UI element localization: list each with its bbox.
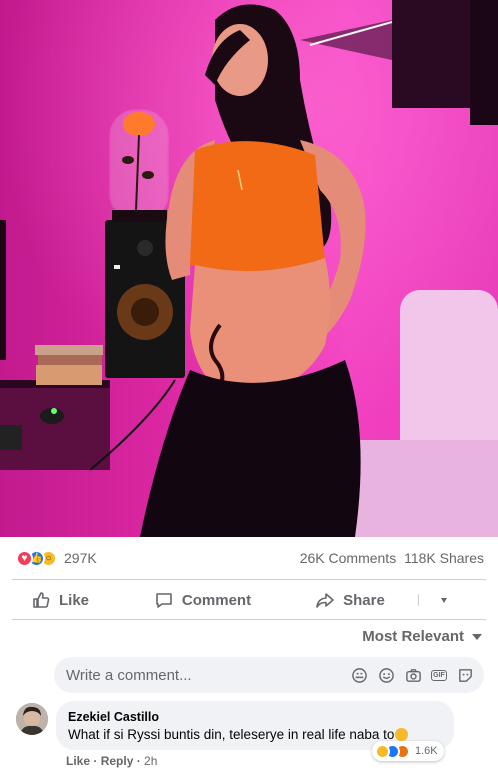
- post-stats: ♥ 👍 ○ 297K 26K Comments 118K Shares: [0, 537, 498, 579]
- caret-down-icon: [441, 597, 447, 603]
- share-arrow-icon: [316, 593, 334, 608]
- comment-sort-dropdown[interactable]: Most Relevant: [362, 628, 482, 645]
- comment-reactions[interactable]: 1.6K: [372, 741, 444, 761]
- share-label: Share: [343, 591, 385, 609]
- sticker-icon[interactable]: [456, 666, 474, 684]
- comment-like-link[interactable]: Like: [66, 754, 90, 768]
- separator: [418, 594, 419, 606]
- gif-icon[interactable]: GIF: [431, 669, 447, 681]
- heart-icon: ♥: [16, 549, 33, 567]
- comment-text: What if si Ryssi buntis din, teleserye i…: [68, 727, 395, 742]
- like-button[interactable]: Like: [0, 590, 120, 610]
- reactions-summary[interactable]: ♥ 👍 ○ 297K: [16, 549, 97, 567]
- audience-dropdown[interactable]: [418, 594, 447, 606]
- comment-reaction-count: 1.6K: [415, 745, 438, 757]
- smiley-icon[interactable]: [377, 666, 395, 684]
- comment-input[interactable]: Write a comment... GIF: [54, 657, 484, 693]
- avatar-sticker-icon[interactable]: [350, 666, 368, 684]
- photo-illustration: [0, 0, 498, 537]
- divider: [12, 619, 486, 620]
- haha-icon: [375, 743, 390, 759]
- shares-count[interactable]: 118K Shares: [404, 550, 484, 566]
- thumbs-up-icon: [33, 592, 50, 608]
- comment-input-tools: GIF: [350, 666, 474, 684]
- divider: [12, 579, 486, 580]
- triangle-down-icon: [472, 633, 482, 640]
- comment-placeholder: Write a comment...: [66, 666, 192, 684]
- comment-label: Comment: [181, 591, 252, 609]
- like-label: Like: [58, 591, 89, 609]
- sort-label: Most Relevant: [362, 628, 464, 645]
- comment-button[interactable]: Comment: [130, 590, 275, 610]
- camera-icon[interactable]: [404, 666, 422, 684]
- comment-time: 2h: [144, 754, 158, 768]
- avatar[interactable]: [16, 703, 48, 735]
- post-photo[interactable]: [0, 0, 498, 537]
- speech-bubble-icon: [156, 593, 172, 608]
- avatar-photo: [16, 703, 48, 735]
- comment-author[interactable]: Ezekiel Castillo: [68, 710, 442, 724]
- comments-count[interactable]: 26K Comments: [300, 550, 396, 566]
- engagement-counts: 26K Comments 118K Shares: [296, 550, 484, 566]
- reaction-count[interactable]: 297K: [64, 550, 97, 566]
- comment-reply-link[interactable]: Reply: [101, 754, 134, 768]
- post-actions: Like Comment Share: [0, 581, 498, 619]
- comment-meta: Like · Reply · 2h: [66, 754, 158, 768]
- share-button[interactable]: Share: [290, 590, 410, 610]
- flushed-emoji-icon: [395, 728, 409, 741]
